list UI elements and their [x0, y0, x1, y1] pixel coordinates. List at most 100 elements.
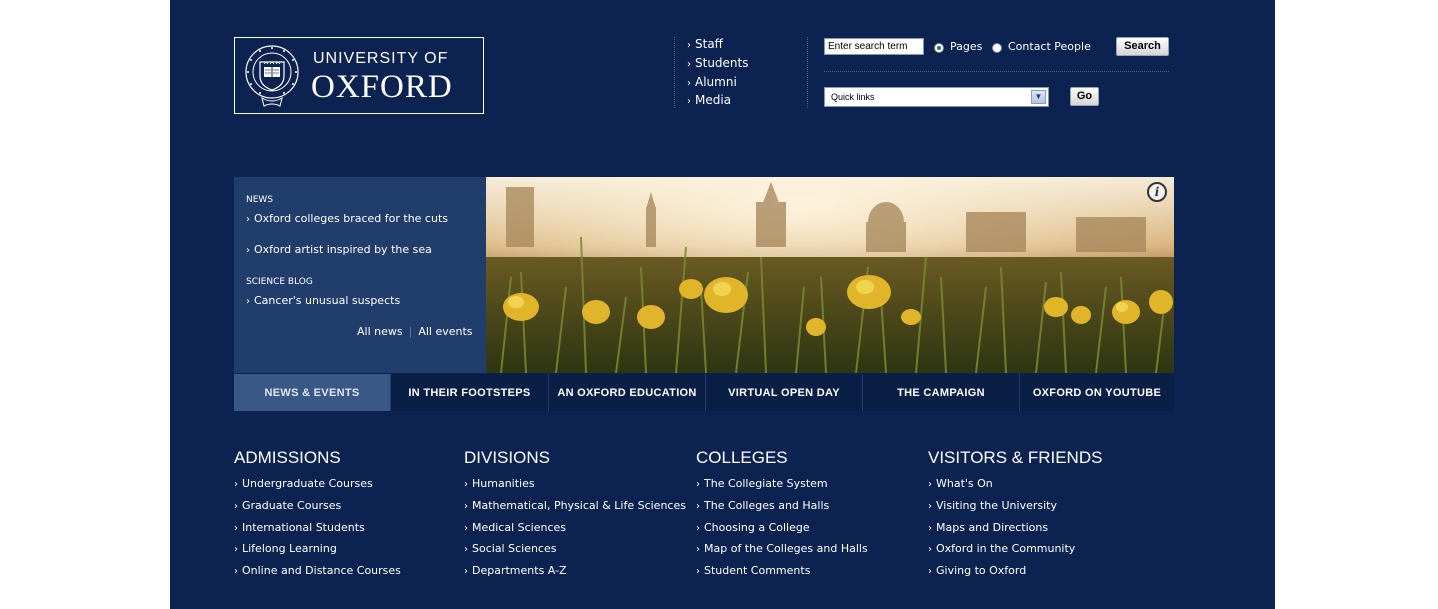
chevron-right-icon: ›: [928, 544, 932, 556]
all-news-link[interactable]: All news: [357, 325, 403, 338]
radio-contact-people[interactable]: [992, 43, 1002, 53]
tab-oxford-education[interactable]: AN OXFORD EDUCATION: [549, 374, 706, 411]
science-blog-heading: SCIENCE BLOG: [246, 277, 313, 287]
search-button[interactable]: Search: [1116, 37, 1169, 56]
column-link-label: Lifelong Learning: [242, 542, 337, 556]
column-link[interactable]: › The Collegiate System: [696, 476, 916, 498]
column-link[interactable]: › Visiting the University: [928, 498, 1148, 520]
chevron-right-icon: ›: [234, 479, 238, 490]
daffodil-photo: [486, 177, 1174, 373]
column-link-label: Humanities: [472, 477, 535, 490]
column-link[interactable]: › Undergraduate Courses: [234, 476, 454, 498]
go-button[interactable]: Go: [1070, 87, 1099, 106]
info-icon[interactable]: i: [1147, 182, 1167, 202]
chevron-right-icon: ›: [246, 245, 250, 256]
column-link[interactable]: › Oxford in the Community: [928, 541, 1148, 563]
column-link[interactable]: › Maps and Directions: [928, 520, 1148, 542]
all-links: All news | All events: [357, 325, 473, 338]
column-link[interactable]: › Departments A-Z: [464, 563, 694, 585]
column-link[interactable]: › Student Comments: [696, 563, 916, 585]
column-link-label: Online and Distance Courses: [242, 564, 401, 578]
tab-news-events[interactable]: NEWS & EVENTS: [234, 374, 391, 411]
divisions-column: DIVISIONS › Humanities › Mathematical, Phy…: [464, 448, 694, 585]
column-link-label: Social Sciences: [472, 542, 557, 556]
column-link-label: The Colleges and Halls: [704, 498, 830, 512]
column-link-label: Giving to Oxford: [936, 564, 1027, 578]
column-link[interactable]: › International Students: [234, 520, 454, 542]
audience-link-staff[interactable]: › Staff: [687, 37, 807, 56]
logo-line-2: OXFORD: [311, 69, 453, 105]
radio-pages[interactable]: [934, 43, 944, 53]
audience-link-students[interactable]: › Students: [687, 56, 807, 75]
column-link-label: The Collegiate System: [704, 477, 828, 490]
chevron-down-icon[interactable]: ▼: [1031, 90, 1046, 104]
column-link-label: Maps and Directions: [936, 520, 1049, 534]
column-link-label: Mathematical, Physical & Life Sciences: [472, 498, 686, 512]
chevron-right-icon: ›: [246, 214, 250, 225]
hero-image[interactable]: i: [486, 177, 1174, 373]
chevron-right-icon: ›: [464, 522, 468, 534]
column-link-label: International Students: [242, 520, 365, 534]
visitors-friends-column: VISITORS & FRIENDS › What's On › Visiting …: [928, 448, 1148, 585]
chevron-right-icon: ›: [234, 500, 238, 512]
chevron-right-icon: ›: [687, 77, 691, 89]
column-link[interactable]: › Graduate Courses: [234, 498, 454, 520]
audience-link-alumni[interactable]: › Alumni: [687, 75, 807, 94]
search-divider: [824, 71, 1169, 72]
news-panel: NEWS › Oxford colleges braced for the cut…: [234, 177, 486, 373]
column-title[interactable]: COLLEGES: [696, 448, 916, 468]
university-logo[interactable]: UNIVERSITY OF OXFORD: [234, 37, 484, 114]
search-input[interactable]: [824, 38, 924, 55]
chevron-right-icon: ›: [234, 522, 238, 534]
audience-link-label: Staff: [695, 37, 723, 51]
tab-in-their-footsteps[interactable]: IN THEIR FOOTSTEPS: [391, 374, 549, 411]
column-link-label: Undergraduate Courses: [242, 477, 373, 490]
column-title[interactable]: ADMISSIONS: [234, 448, 454, 468]
column-link-label: Medical Sciences: [472, 520, 567, 534]
chevron-right-icon: ›: [246, 296, 250, 307]
column-link[interactable]: › Humanities: [464, 476, 694, 498]
chevron-right-icon: ›: [687, 96, 691, 108]
column-link[interactable]: › The Colleges and Halls: [696, 498, 916, 520]
audience-link-label: Students: [695, 55, 749, 70]
university-seal-icon: [245, 45, 299, 107]
column-link-label: Departments A-Z: [472, 564, 567, 578]
audience-link-label: Media: [695, 93, 732, 108]
chevron-right-icon: ›: [687, 40, 691, 51]
news-item[interactable]: › Oxford colleges braced for the cuts: [246, 212, 448, 225]
news-item-label: Oxford colleges braced for the cuts: [254, 212, 448, 225]
radio-pages-label: Pages: [950, 40, 983, 53]
tab-virtual-open-day[interactable]: VIRTUAL OPEN DAY: [706, 374, 863, 411]
column-link[interactable]: › Map of the Colleges and Halls: [696, 541, 916, 563]
news-item[interactable]: › Oxford artist inspired by the sea: [246, 243, 432, 256]
column-link[interactable]: › Choosing a College: [696, 520, 916, 542]
column-link[interactable]: › Mathematical, Physical & Life Sciences: [464, 498, 694, 520]
all-events-link[interactable]: All events: [418, 325, 472, 338]
column-link[interactable]: › What's On: [928, 476, 1148, 498]
news-item-label: Oxford artist inspired by the sea: [254, 243, 432, 256]
column-link[interactable]: › Social Sciences: [464, 541, 694, 563]
chevron-right-icon: ›: [464, 500, 468, 512]
column-link[interactable]: › Giving to Oxford: [928, 563, 1148, 585]
chevron-right-icon: ›: [234, 544, 238, 556]
audience-link-label: Alumni: [695, 74, 737, 89]
column-link-label: Map of the Colleges and Halls: [704, 542, 868, 556]
column-title[interactable]: VISITORS & FRIENDS: [928, 448, 1148, 468]
blog-item[interactable]: › Cancer's unusual suspects: [246, 294, 400, 307]
column-link[interactable]: › Online and Distance Courses: [234, 563, 454, 585]
tab-the-campaign[interactable]: THE CAMPAIGN: [863, 374, 1020, 411]
quick-links-value: Quick links: [831, 92, 875, 102]
chevron-right-icon: ›: [234, 566, 238, 578]
column-link[interactable]: › Medical Sciences: [464, 520, 694, 542]
tab-oxford-on-youtube[interactable]: OXFORD ON YOUTUBE: [1020, 374, 1174, 411]
feature-tabs: NEWS & EVENTS IN THEIR FOOTSTEPS AN OXFO…: [234, 374, 1174, 411]
logo-line-1: UNIVERSITY OF: [313, 50, 449, 67]
column-link[interactable]: › Lifelong Learning: [234, 541, 454, 563]
colleges-column: COLLEGES › The Collegiate System › The Col…: [696, 448, 916, 585]
column-link-label: Visiting the University: [936, 498, 1057, 512]
quick-links-select[interactable]: Quick links ▼: [824, 87, 1049, 107]
chevron-right-icon: ›: [928, 522, 932, 534]
audience-link-media[interactable]: › Media: [687, 93, 807, 112]
chevron-right-icon: ›: [696, 544, 700, 556]
column-title[interactable]: DIVISIONS: [464, 448, 694, 468]
